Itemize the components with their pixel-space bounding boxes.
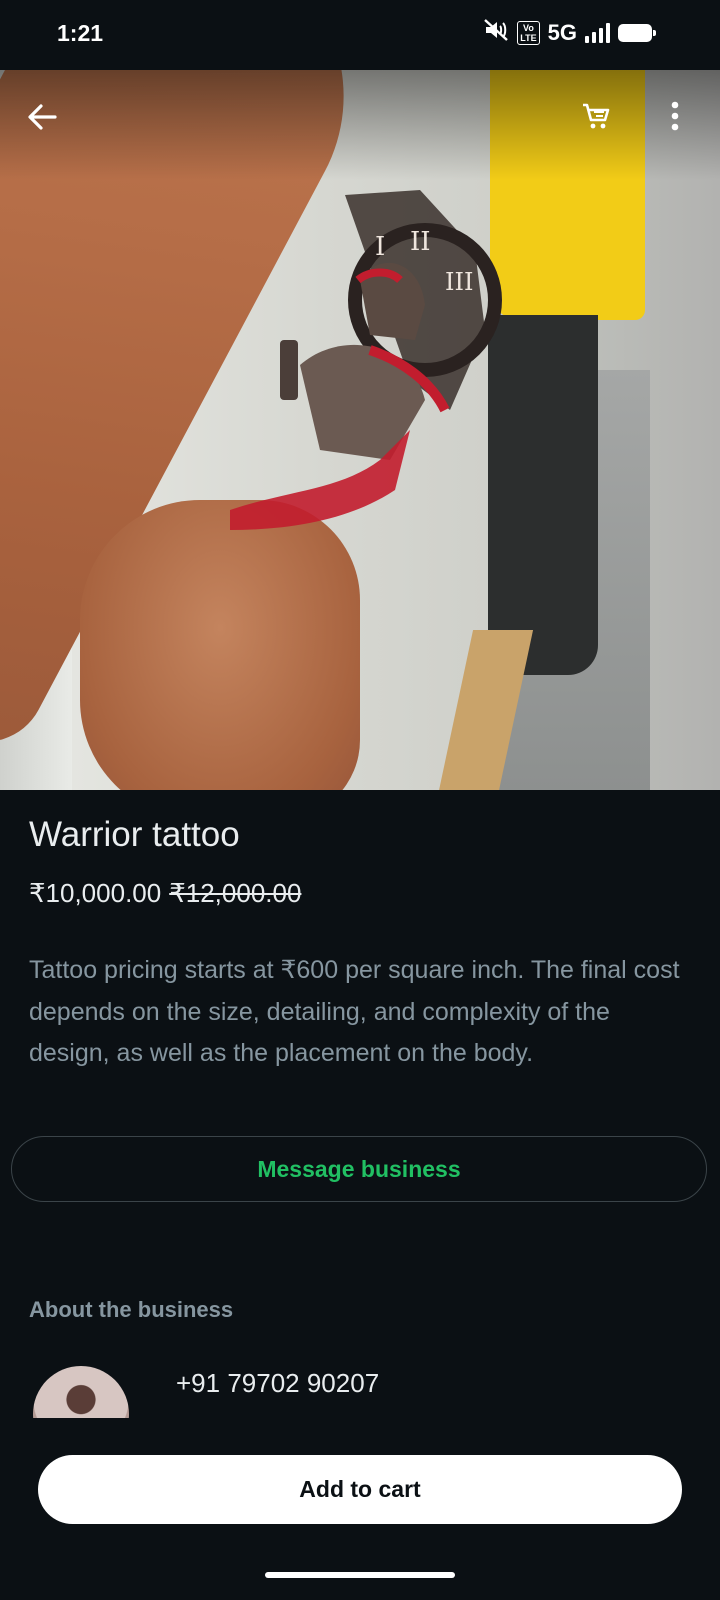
volte-bottom: LTE xyxy=(520,32,537,43)
svg-text:III: III xyxy=(445,268,473,296)
mute-icon xyxy=(483,18,509,47)
network-label: 5G xyxy=(547,19,577,45)
home-indicator[interactable] xyxy=(265,1572,455,1578)
volte-icon: Vo LTE xyxy=(517,20,540,45)
cart-icon[interactable] xyxy=(580,100,612,132)
about-business-heading: About the business xyxy=(29,1297,234,1322)
status-time: 1:21 xyxy=(57,20,104,46)
image-warrior-tattoo: I II III xyxy=(230,190,502,530)
battery-icon xyxy=(618,23,656,42)
more-vertical-icon[interactable] xyxy=(670,100,680,132)
price-row: ₹10,000.00 ₹12,000.00 xyxy=(29,878,301,909)
business-info-row[interactable]: +91 79702 90207 xyxy=(0,1362,720,1418)
product-price: ₹10,000.00 xyxy=(29,878,162,908)
product-description: Tattoo pricing starts at ₹600 per square… xyxy=(29,956,680,1067)
svg-text:II: II xyxy=(410,227,431,257)
header-actions xyxy=(580,100,680,132)
status-icons: Vo LTE 5G xyxy=(483,18,656,47)
business-phone: +91 79702 90207 xyxy=(176,1368,380,1398)
back-arrow-icon[interactable] xyxy=(25,100,59,134)
signal-icon xyxy=(585,22,610,43)
svg-text:I: I xyxy=(375,232,385,262)
business-avatar xyxy=(33,1366,129,1418)
product-image[interactable]: I II III xyxy=(0,70,720,790)
add-to-cart-button[interactable]: Add to cart xyxy=(38,1455,682,1524)
original-price: ₹12,000.00 xyxy=(169,878,302,908)
product-title: Warrior tattoo xyxy=(29,815,240,854)
status-bar: 1:21 Vo LTE 5G xyxy=(0,0,720,70)
volte-top: Vo xyxy=(523,22,534,33)
message-business-button[interactable]: Message business xyxy=(11,1136,707,1202)
